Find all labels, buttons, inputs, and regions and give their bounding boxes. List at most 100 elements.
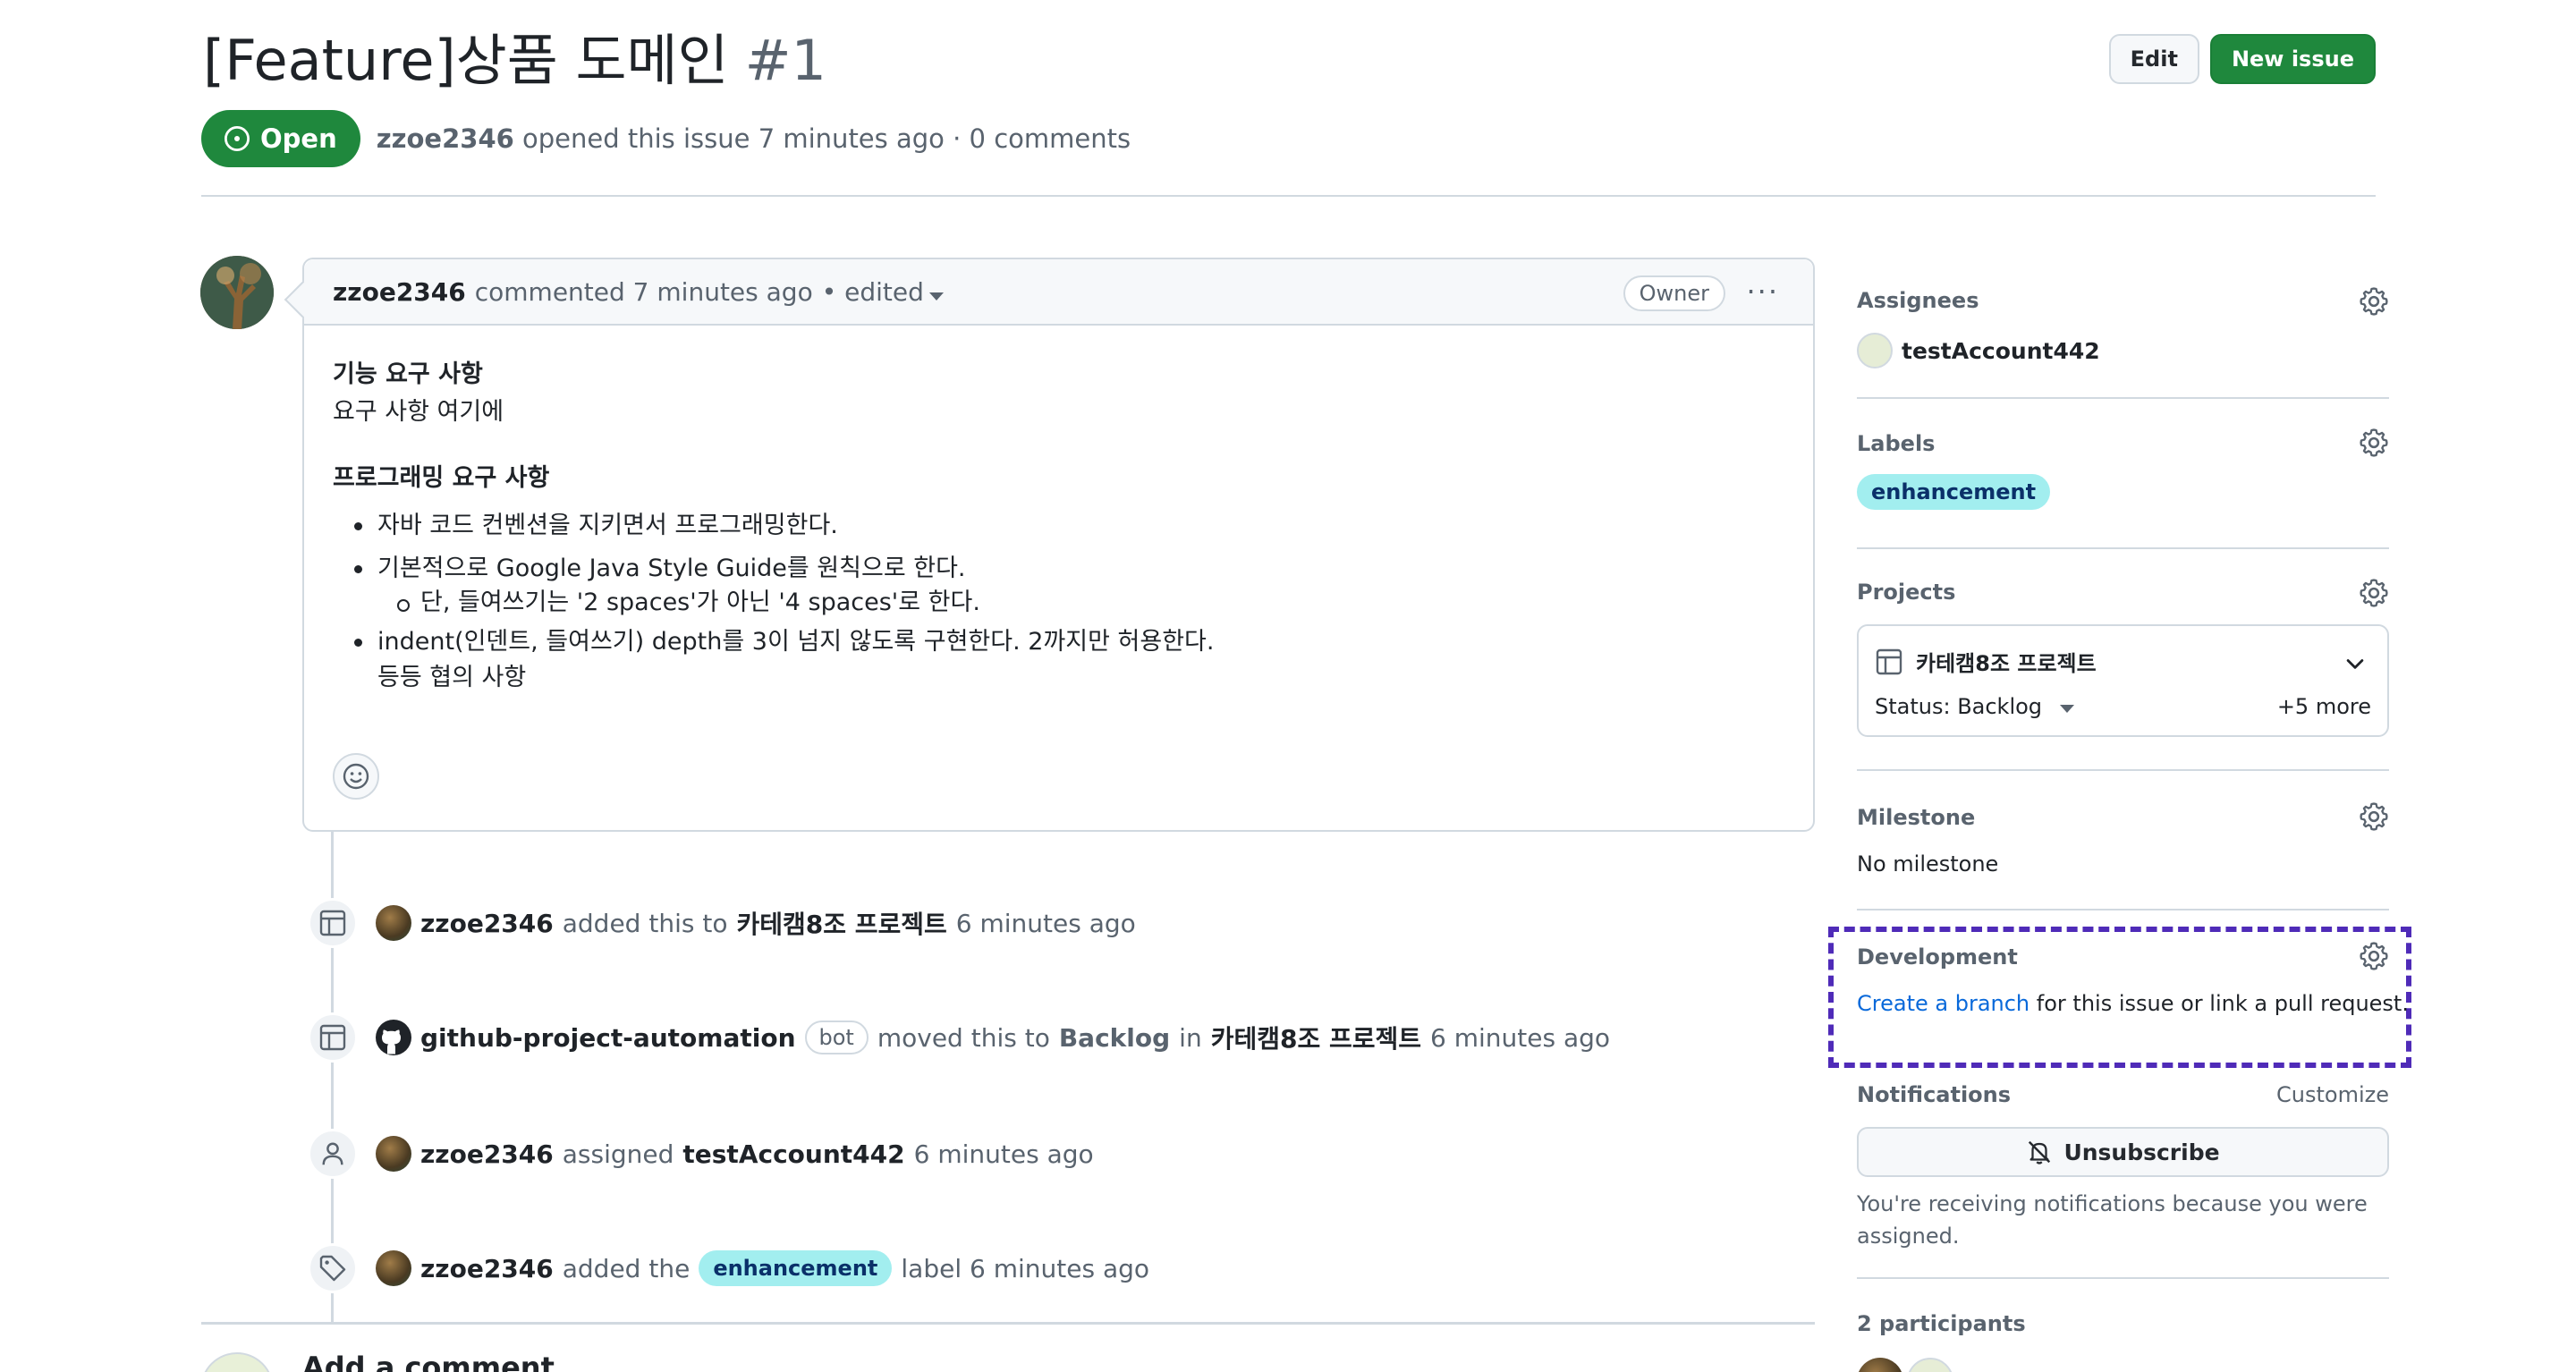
- project-status-dropdown[interactable]: Status: Backlog: [1875, 694, 2075, 719]
- timeline-event-project-moved: github-project-automation bot moved this…: [308, 1011, 1610, 1064]
- bell-slash-icon: [2029, 1140, 2051, 1165]
- sidebar-projects: Projects 카테캠8조 프로젝트 Status: Backlog +5 m…: [1857, 549, 2389, 771]
- add-comment-heading: Add a comment: [302, 1351, 555, 1372]
- event-action: assigned: [562, 1139, 674, 1169]
- event-action: added this to: [562, 908, 728, 938]
- comment-header: zzoe2346 commented 7 minutes ago • edite…: [304, 259, 1813, 326]
- sidebar-heading: 2 participants: [1857, 1311, 2026, 1336]
- caret-down-icon: [928, 292, 944, 301]
- avatar[interactable]: [376, 1136, 411, 1172]
- person-icon: [308, 1129, 358, 1179]
- event-status: Backlog: [1058, 1022, 1171, 1053]
- new-issue-button[interactable]: New issue: [2209, 34, 2376, 84]
- add-reaction-button[interactable]: [333, 753, 379, 800]
- event-action: moved this to: [877, 1022, 1050, 1053]
- create-branch-link[interactable]: Create a branch: [1857, 991, 2029, 1016]
- event-actor-link[interactable]: zzoe2346: [420, 909, 554, 938]
- tree-avatar-icon: [200, 256, 274, 329]
- issue-author-link[interactable]: zzoe2346: [377, 123, 514, 154]
- project-name: 카테캠8조 프로젝트: [1916, 651, 2097, 676]
- table-icon: [308, 1012, 358, 1063]
- issue-number: #1: [744, 28, 826, 93]
- event-time[interactable]: 6 minutes ago: [956, 909, 1136, 938]
- event-text: zzoe2346 added the enhancement label 6 m…: [420, 1250, 1149, 1286]
- list-item: 기본적으로 Google Java Style Guide를 원칙으로 한다.: [333, 547, 1784, 590]
- event-preposition: in: [1179, 1022, 1202, 1053]
- issue-sidebar: Assignees testAccount442 Labels enhancem…: [1828, 259, 2411, 1372]
- list-item: 자바 코드 컨벤션을 지키면서 프로그래밍한다.: [333, 504, 1784, 547]
- participant-list: [1857, 1358, 1953, 1372]
- label-enhancement[interactable]: enhancement: [699, 1250, 893, 1286]
- bot-badge: bot: [804, 1021, 869, 1054]
- event-project-link[interactable]: 카테캠8조 프로젝트: [1211, 1020, 1421, 1055]
- avatar[interactable]: [1857, 1358, 1903, 1372]
- gear-icon[interactable]: [2359, 428, 2389, 458]
- header-actions: Edit New issue: [2108, 34, 2376, 84]
- avatar[interactable]: [376, 1250, 411, 1286]
- sidebar-heading: Labels: [1857, 431, 1936, 456]
- assignee-user[interactable]: testAccount442: [1857, 333, 2100, 368]
- event-project-link[interactable]: 카테캠8조 프로젝트: [736, 905, 946, 941]
- list-item: 단, 들여쓰기는 '2 spaces'가 아닌 '4 spaces'로 한다.: [333, 585, 1784, 621]
- smiley-icon: [343, 763, 369, 790]
- table-icon: [1876, 648, 1902, 674]
- avatar: [200, 1352, 274, 1372]
- comment-line-1: 요구 사항 여기에: [333, 398, 504, 426]
- project-more-fields[interactable]: +5 more: [2277, 694, 2371, 719]
- avatar[interactable]: [1907, 1358, 1953, 1372]
- sidebar-heading: Milestone: [1857, 805, 1976, 830]
- status-label: Open: [260, 123, 337, 154]
- gear-icon[interactable]: [2359, 801, 2389, 832]
- issue-header: [Feature]상품 도메인 #1 Edit New issue Open zz…: [201, 25, 2376, 197]
- sidebar-labels: Labels enhancement: [1857, 399, 2389, 549]
- issue-state-row: Open zzoe2346 opened this issue 7 minute…: [201, 110, 1131, 167]
- chevron-down-icon[interactable]: [2343, 651, 2368, 676]
- avatar[interactable]: [200, 256, 274, 329]
- avatar[interactable]: [376, 905, 411, 941]
- issue-meta: zzoe2346 opened this issue 7 minutes ago…: [377, 123, 1131, 154]
- event-assignee-link[interactable]: testAccount442: [682, 1139, 904, 1169]
- sidebar-heading: Projects: [1857, 580, 1956, 605]
- comment-meta: zzoe2346 commented 7 minutes ago • edite…: [333, 277, 944, 307]
- event-actor-link[interactable]: github-project-automation: [420, 1023, 796, 1053]
- event-text: github-project-automation bot moved this…: [420, 1020, 1610, 1055]
- milestone-value: No milestone: [1857, 851, 1999, 877]
- sidebar-heading: Assignees: [1857, 288, 1979, 313]
- issue-opened-text: opened this issue 7 minutes ago · 0 comm…: [522, 123, 1131, 154]
- comment-heading-2: 프로그래밍 요구 사항: [333, 464, 550, 492]
- project-name-link[interactable]: 카테캠8조 프로젝트: [1875, 646, 2097, 677]
- issue-comment: zzoe2346 commented 7 minutes ago • edite…: [302, 258, 1815, 832]
- sidebar-milestone: Milestone No milestone: [1857, 771, 2389, 910]
- comment-time[interactable]: commented 7 minutes ago: [475, 277, 813, 307]
- event-time: label 6 minutes ago: [901, 1253, 1150, 1283]
- gear-icon[interactable]: [2359, 578, 2389, 608]
- event-time[interactable]: 6 minutes ago: [1430, 1023, 1610, 1053]
- comment-body: 기능 요구 사항 요구 사항 여기에 프로그래밍 요구 사항 자바 코드 컨벤션…: [304, 326, 1813, 696]
- sidebar-participants: 2 participants: [1857, 1279, 2389, 1372]
- list-item: 등등 협의 사항: [377, 664, 527, 691]
- event-actor-link[interactable]: zzoe2346: [420, 1254, 554, 1283]
- unsubscribe-button[interactable]: Unsubscribe: [1857, 1127, 2389, 1177]
- label-enhancement[interactable]: enhancement: [1857, 474, 2051, 510]
- timeline-event-project-added: zzoe2346 added this to 카테캠8조 프로젝트 6 minu…: [308, 896, 1136, 950]
- event-actor-link[interactable]: zzoe2346: [420, 1139, 554, 1169]
- gear-icon[interactable]: [2359, 941, 2389, 971]
- gear-icon[interactable]: [2359, 286, 2389, 317]
- event-text: zzoe2346 added this to 카테캠8조 프로젝트 6 minu…: [420, 905, 1136, 941]
- development-description: for this issue or link a pull request.: [2036, 991, 2409, 1016]
- edit-button[interactable]: Edit: [2108, 34, 2199, 84]
- timeline-event-labeled: zzoe2346 added the enhancement label 6 m…: [308, 1241, 1149, 1295]
- edited-dropdown[interactable]: • edited: [822, 277, 944, 307]
- timeline-event-assigned: zzoe2346 assigned testAccount442 6 minut…: [308, 1127, 1094, 1181]
- comment-heading-1: 기능 요구 사항: [333, 360, 483, 388]
- caret-down-icon: [2060, 704, 2075, 713]
- kebab-menu-icon[interactable]: ···: [1746, 274, 1779, 309]
- comment-author-link[interactable]: zzoe2346: [333, 277, 466, 307]
- issue-opened-icon: [224, 125, 250, 152]
- sidebar-heading: Development: [1857, 944, 2018, 970]
- avatar: [1857, 333, 1893, 368]
- event-time[interactable]: 6 minutes ago: [914, 1139, 1094, 1169]
- customize-notifications-link[interactable]: Customize: [2276, 1082, 2389, 1107]
- github-logo-icon[interactable]: [376, 1020, 411, 1055]
